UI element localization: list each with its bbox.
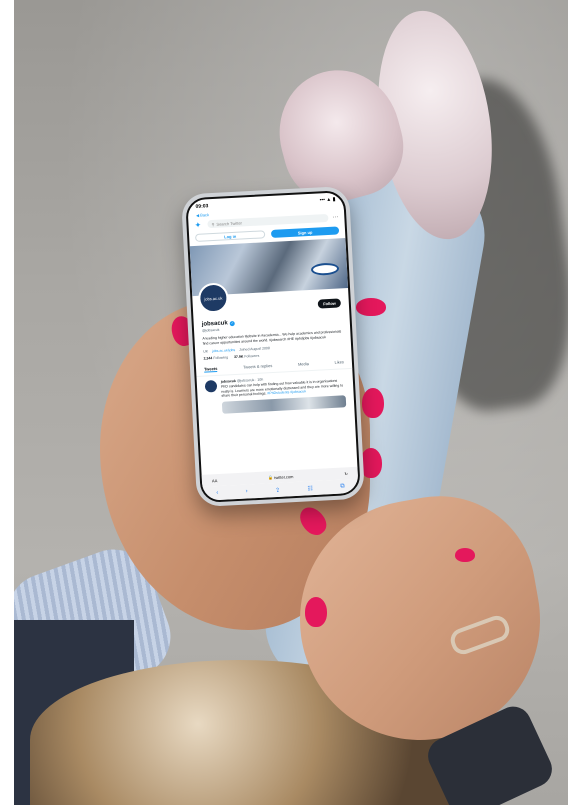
nail-left-1 — [362, 388, 384, 418]
left-border — [0, 0, 14, 805]
status-icons: ••• ▲ ▮ — [319, 196, 336, 203]
tweet[interactable]: jobsacuk @jobsacuk · 10h PhD candidates … — [196, 369, 354, 419]
smartphone: 09:03 ••• ▲ ▮ ◀ Back ✦ ⚲ Search Twitter … — [180, 185, 366, 508]
joined-text: Joined August 2008 — [239, 346, 270, 352]
location-text: UK — [203, 349, 209, 354]
tab-likes[interactable]: Likes — [334, 359, 344, 365]
nail-right-ring — [455, 548, 475, 562]
tab-media[interactable]: Media — [298, 361, 309, 368]
back-icon[interactable]: ‹ — [216, 490, 218, 496]
tab-tweets-replies[interactable]: Tweets & replies — [243, 363, 273, 371]
tweet-author: jobsacuk — [220, 378, 237, 384]
url-host: 🔒 twitter.com — [268, 473, 294, 480]
tweet-avatar — [204, 379, 218, 393]
reload-icon[interactable]: ↻ — [344, 471, 348, 476]
website-link[interactable]: jobs.ac.uk/jobs — [212, 348, 235, 353]
status-time: 09:03 — [195, 202, 209, 210]
share-icon[interactable]: ⇪ — [275, 486, 280, 493]
signup-button[interactable]: Sign up — [270, 226, 340, 238]
login-button[interactable]: Log in — [195, 230, 266, 242]
follow-button[interactable]: Follow — [317, 298, 342, 309]
search-placeholder: Search Twitter — [216, 219, 243, 227]
tweet-image[interactable] — [221, 394, 347, 414]
nail-right-thumb — [305, 597, 327, 627]
text-size-button[interactable]: AA — [212, 478, 218, 483]
banner-logo — [310, 262, 340, 276]
verified-badge-icon: ✓ — [229, 320, 235, 326]
tweet-body: jobsacuk @jobsacuk · 10h PhD candidates … — [220, 373, 347, 414]
tweet-hashtags[interactable]: #PhDstudents #jobsacuk — [267, 389, 306, 395]
phone-screen: 09:03 ••• ▲ ▮ ◀ Back ✦ ⚲ Search Twitter … — [185, 190, 361, 503]
tabs-icon[interactable]: ⧉ — [340, 483, 345, 490]
more-icon[interactable]: ··· — [332, 214, 338, 220]
nail-left-3 — [356, 298, 386, 316]
bookmarks-icon[interactable]: ☷ — [307, 485, 313, 492]
right-border — [568, 0, 578, 805]
search-icon: ⚲ — [211, 221, 215, 227]
twitter-bird-icon[interactable]: ✦ — [194, 220, 203, 229]
tab-tweets[interactable]: Tweets — [203, 365, 218, 373]
photo-scene: 09:03 ••• ▲ ▮ ◀ Back ✦ ⚲ Search Twitter … — [0, 0, 578, 805]
forward-icon[interactable]: › — [246, 489, 248, 495]
